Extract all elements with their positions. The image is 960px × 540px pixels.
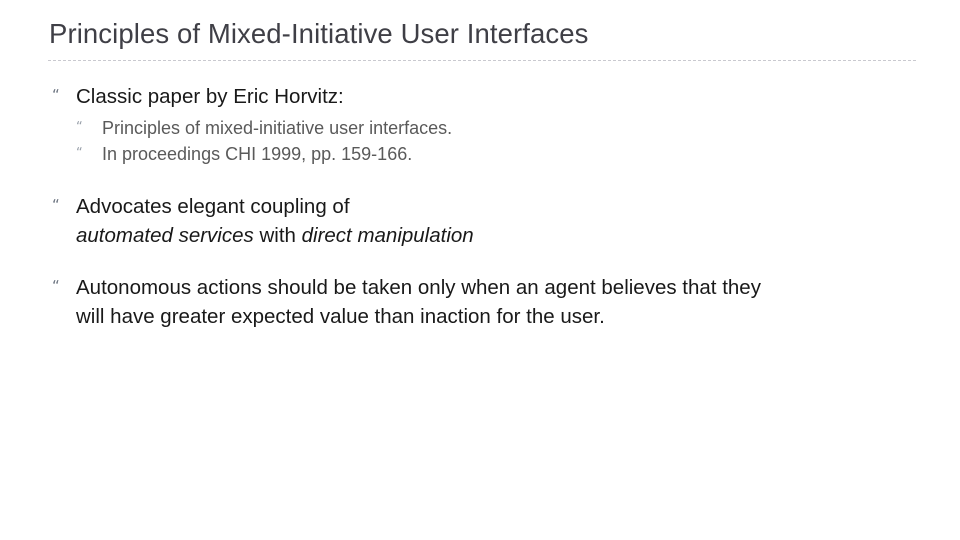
quote-bullet-icon: “ [52,277,60,295]
slide-body: “ Classic paper by Eric Horvitz: “ Princ… [0,82,960,331]
bullet-item-2-line2: automated services with direct manipulat… [76,221,960,250]
slide: Principles of Mixed-Initiative User Inte… [0,0,960,540]
bullet-item-2-emphasis-2: direct manipulation [301,224,474,247]
sub-bullet-item-2: “ In proceedings CHI 1999, pp. 159-166. [0,141,960,167]
sub-bullet-item-1-label: Principles of mixed-initiative user inte… [102,118,453,138]
bullet-item-3-line1: Autonomous actions should be taken only … [76,276,761,299]
quote-bullet-icon: “ [52,86,60,104]
bullet-item-2-emphasis-1: automated services [76,224,254,247]
page-title: Principles of Mixed-Initiative User Inte… [49,18,589,49]
quote-bullet-icon: “ [76,120,83,135]
bullet-item-3: “ Autonomous actions should be taken onl… [0,273,960,331]
bullet-item-3-line2: will have greater expected value than in… [76,305,605,328]
bullet-item-1-label: Classic paper by Eric Horvitz: [76,85,344,108]
bullet-item-2-label: Advocates elegant coupling of automated … [76,192,960,250]
quote-bullet-icon: “ [76,146,83,161]
bullet-item-3-label: Autonomous actions should be taken only … [76,273,960,331]
title-divider [48,60,916,61]
sub-bullet-item-2-label: In proceedings CHI 1999, pp. 159-166. [102,144,413,164]
sub-bullet-item-1: “ Principles of mixed-initiative user in… [0,115,960,141]
bullet-item-2: “ Advocates elegant coupling of automate… [0,192,960,250]
bullet-item-2-line1: Advocates elegant coupling of [76,195,350,218]
sub-bullet-list: “ Principles of mixed-initiative user in… [0,115,960,167]
bullet-item-1: “ Classic paper by Eric Horvitz: [0,82,960,111]
quote-bullet-icon: “ [52,196,60,214]
bullet-item-2-connector: with [253,224,302,247]
